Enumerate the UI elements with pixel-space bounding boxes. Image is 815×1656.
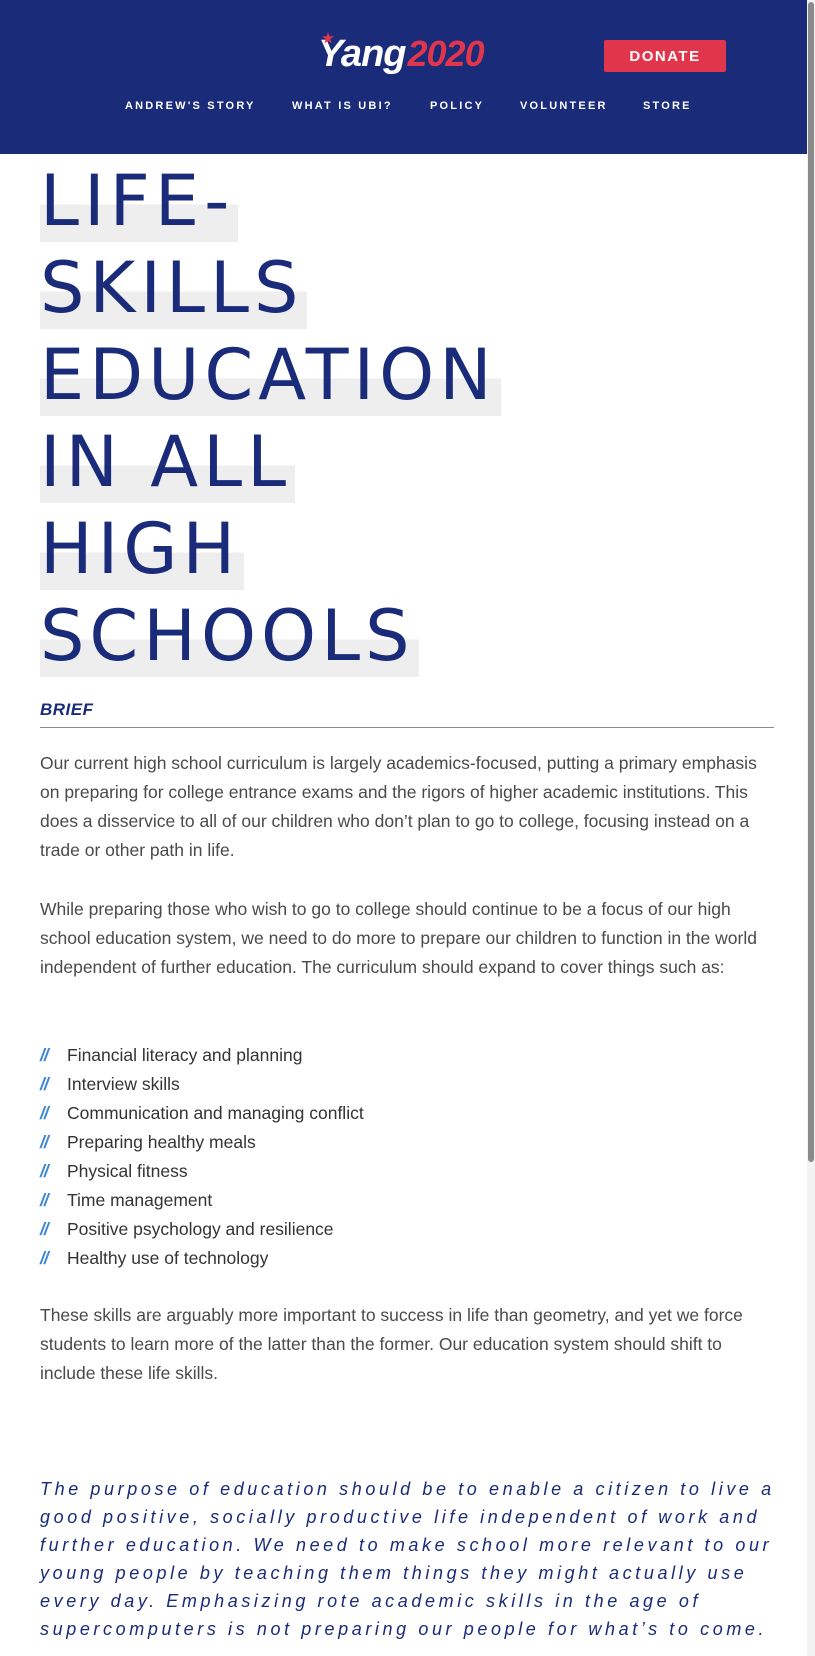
list-item-text: Healthy use of technology [67,1248,269,1268]
list-item-text: Preparing healthy meals [67,1132,256,1152]
list-item-text: Time management [67,1190,213,1210]
donate-button[interactable]: DONATE [604,40,726,72]
list-item: // Healthy use of technology [40,1244,364,1273]
list-item: // Positive psychology and resilience [40,1215,364,1244]
title-line: SKILLS [40,247,308,329]
title-line: SCHOOLS [40,595,419,677]
conclusion-paragraph: These skills are arguably more important… [40,1305,743,1383]
curriculum-paragraph: While preparing those who wish to go to … [40,899,757,977]
list-marker-icon: // [40,1161,49,1181]
list-item: // Physical fitness [40,1157,364,1186]
nav-item-volunteer[interactable]: VOLUNTEER [520,100,608,112]
list-marker-icon: // [40,1219,49,1239]
list-marker-icon: // [40,1132,49,1152]
list-item: // Time management [40,1186,364,1215]
page: Yang 2020 DONATE ANDREW'S STORY WHAT IS … [0,0,815,1656]
nav-item-what-is-ubi[interactable]: WHAT IS UBI? [292,100,393,112]
list-item: // Preparing healthy meals [40,1128,364,1157]
scrollbar-thumb[interactable] [808,2,814,1162]
main-nav: ANDREW'S STORY WHAT IS UBI? POLICY VOLUN… [0,100,815,116]
nav-item-andrews-story[interactable]: ANDREW'S STORY [125,100,256,112]
title-line: HIGH [40,508,245,590]
yang2020-logo[interactable]: Yang 2020 [318,26,485,82]
brief-heading: BRIEF [40,700,94,719]
title-line: EDUCATION [40,334,501,416]
list-item: // Communication and managing conflict [40,1099,364,1128]
section-divider [40,727,774,728]
list-marker-icon: // [40,1074,49,1094]
skills-list: // Financial literacy and planning // Inte… [40,1041,364,1273]
list-item-text: Financial literacy and planning [67,1045,303,1065]
vertical-scrollbar[interactable] [807,0,815,1656]
pull-quote: The purpose of education should be to en… [40,1479,775,1639]
nav-item-store[interactable]: STORE [643,100,692,112]
intro-paragraph: Our current high school curriculum is la… [40,753,757,860]
nav-item-policy[interactable]: POLICY [430,100,484,112]
title-line: IN ALL [40,421,296,503]
title-line: LIFE- [40,160,239,242]
list-item-text: Physical fitness [67,1161,188,1181]
list-marker-icon: // [40,1045,49,1065]
star-icon [322,32,334,44]
site-header: Yang 2020 DONATE ANDREW'S STORY WHAT IS … [0,0,815,154]
list-marker-icon: // [40,1103,49,1123]
list-item-text: Communication and managing conflict [67,1103,364,1123]
list-item-text: Interview skills [67,1074,180,1094]
page-title: LIFE- SKILLS EDUCATION IN ALL HIGH SCHOO… [40,160,600,682]
list-item: // Interview skills [40,1070,364,1099]
list-item: // Financial literacy and planning [40,1041,364,1070]
list-marker-icon: // [40,1248,49,1268]
list-marker-icon: // [40,1190,49,1210]
list-item-text: Positive psychology and resilience [67,1219,334,1239]
logo-year: 2020 [407,33,485,74]
